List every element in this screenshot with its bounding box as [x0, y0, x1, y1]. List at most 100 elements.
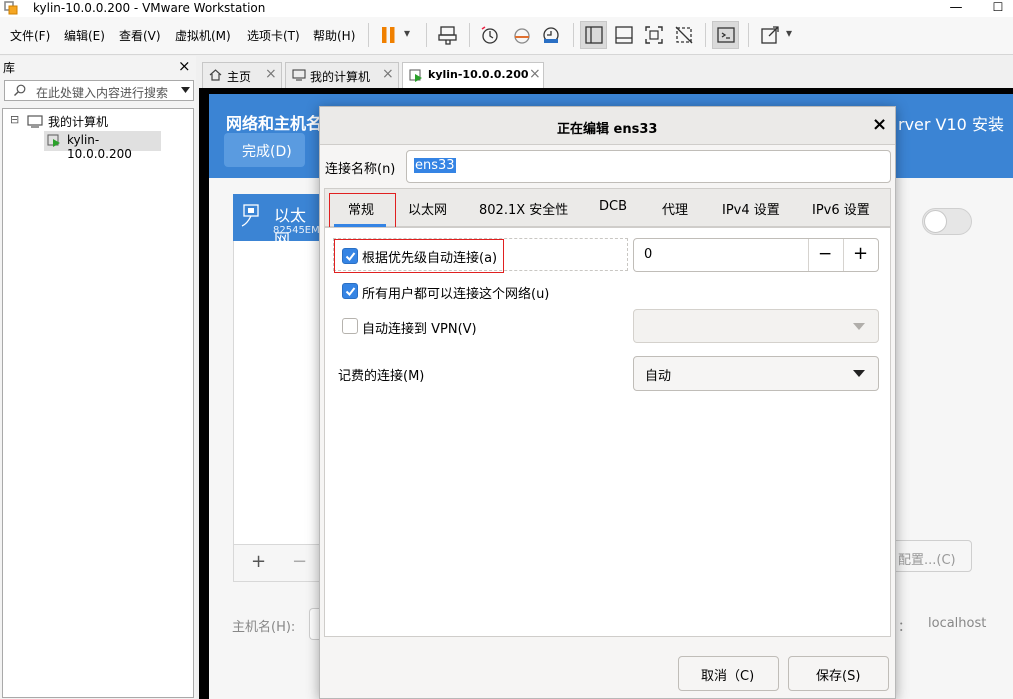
toolbar-separator	[469, 23, 470, 47]
tree-item-vm-label: kylin-10.0.0.200	[67, 133, 132, 161]
maximize-button[interactable]: ☐	[988, 0, 1008, 16]
window-title: kylin-10.0.0.200 - VMware Workstation	[33, 1, 266, 15]
remove-device-button[interactable]: −	[292, 551, 307, 572]
metered-select-value: 自动	[645, 369, 672, 384]
all-users-label[interactable]: 所有用户都可以连接这个网络(u)	[362, 283, 549, 302]
dialog-title: 正在编辑 ens33	[557, 122, 658, 137]
thumbnail-bar-icon[interactable]	[614, 25, 634, 45]
menu-vm[interactable]: 虚拟机(M)	[175, 27, 231, 44]
done-button-label: 完成(D)	[242, 144, 292, 160]
dialog-close-button[interactable]: ×	[872, 114, 887, 135]
tab-home-label: 主页	[227, 70, 252, 84]
tab-my-computer-label: 我的计算机	[310, 70, 371, 84]
vm-running-icon	[409, 69, 422, 82]
tab-ipv6-settings[interactable]: IPv6 设置	[812, 199, 870, 218]
search-dropdown-icon[interactable]	[181, 87, 190, 94]
show-library-toggle[interactable]	[580, 21, 607, 49]
computer-icon	[27, 115, 43, 128]
minimize-button[interactable]: —	[946, 0, 966, 16]
revert-snapshot-icon[interactable]	[512, 25, 532, 45]
priority-spinbutton[interactable]: 0 − +	[633, 238, 879, 272]
library-search-placeholder: 在此处键入内容进行搜索	[36, 86, 169, 100]
priority-decrease-button[interactable]: −	[818, 244, 832, 264]
save-button[interactable]: 保存(S)	[788, 656, 889, 691]
device-toggle-switch[interactable]	[922, 208, 972, 235]
auto-vpn-checkbox[interactable]	[342, 318, 358, 334]
connection-name-value: ens33	[414, 158, 456, 173]
done-button[interactable]: 完成(D)	[224, 133, 305, 167]
library-close-button[interactable]: ×	[178, 57, 191, 75]
snapshot-icon[interactable]	[480, 25, 500, 45]
configure-button-label: 配置...(C)	[898, 553, 956, 568]
stretch-guest-icon[interactable]	[760, 25, 780, 45]
tab-proxy[interactable]: 代理	[662, 199, 688, 218]
library-header: 库 ×	[0, 56, 196, 76]
configure-button[interactable]: 配置...(C)	[887, 540, 972, 572]
tab-8021x-security[interactable]: 802.1X 安全性	[479, 199, 568, 218]
full-screen-icon[interactable]	[644, 25, 664, 45]
spin-divider	[808, 239, 809, 271]
edit-connection-dialog: 正在编辑 ens33 × 连接名称(n) ens33 常规 以太网 802.1X…	[319, 106, 896, 699]
dropdown-arrow-icon	[853, 370, 865, 377]
guest-product-title: rver V10 安装	[898, 115, 1004, 134]
library-search-box[interactable]: 在此处键入内容进行搜索	[4, 80, 194, 101]
pause-icon[interactable]	[379, 25, 399, 45]
tab-my-computer-close-icon[interactable]: ×	[382, 66, 394, 82]
menu-view[interactable]: 查看(V)	[119, 27, 161, 44]
priority-value: 0	[644, 247, 653, 262]
tab-ethernet[interactable]: 以太网	[408, 199, 447, 218]
metered-select[interactable]: 自动	[633, 356, 879, 391]
priority-increase-button[interactable]: +	[853, 243, 868, 264]
snapshot-manager-icon[interactable]	[541, 25, 561, 45]
guest-page-title: 网络和主机名	[226, 114, 323, 133]
auto-vpn-label[interactable]: 自动连接到 VPN(V)	[362, 318, 477, 337]
menu-help[interactable]: 帮助(H)	[313, 27, 355, 44]
toolbar-separator	[573, 23, 574, 47]
spin-divider	[843, 239, 844, 271]
metered-label: 记费的连接(M)	[338, 369, 425, 384]
stretch-dropdown-icon[interactable]: ▾	[786, 26, 792, 40]
tab-dcb[interactable]: DCB	[599, 199, 627, 214]
ethernet-device-row[interactable]: 以太网 82545EM	[233, 194, 321, 249]
network-device-list	[233, 194, 321, 582]
tab-home[interactable]: 主页 ×	[202, 62, 282, 88]
tab-home-close-icon[interactable]: ×	[265, 66, 277, 82]
auto-connect-highlight-box	[334, 239, 504, 273]
add-device-button[interactable]: +	[251, 551, 266, 572]
tab-my-computer[interactable]: 我的计算机 ×	[285, 62, 399, 88]
connection-name-label: 连接名称(n)	[325, 162, 396, 177]
send-ctrl-alt-del-icon[interactable]	[438, 25, 458, 45]
library-tree: ⊟ 我的计算机 kylin-10.0.0.200	[2, 108, 194, 698]
tab-kylin-vm[interactable]: kylin-10.0.0.200 ×	[402, 62, 544, 88]
tree-item-selected-vm[interactable]: kylin-10.0.0.200	[44, 131, 161, 161]
search-icon	[14, 84, 26, 96]
device-list-toolbar: + −	[233, 544, 321, 582]
tree-item-my-computer[interactable]: 我的计算机	[48, 113, 108, 130]
cancel-button[interactable]: 取消（C)	[678, 656, 779, 691]
home-icon	[209, 69, 222, 81]
connection-name-input[interactable]: ens33	[406, 150, 891, 183]
all-users-checkbox[interactable]	[342, 283, 358, 299]
ethernet-sublabel: 82545EM	[273, 225, 320, 236]
menu-edit[interactable]: 编辑(E)	[64, 27, 105, 44]
console-view-toggle[interactable]	[712, 21, 739, 49]
network-wired-icon	[241, 204, 259, 227]
library-panel: 库 × 在此处键入内容进行搜索 ⊟ 我的计算机 kylin-10.0.0.200	[0, 56, 196, 699]
tab-kylin-vm-close-icon[interactable]: ×	[529, 66, 541, 82]
toggle-knob	[924, 210, 947, 233]
tree-collapse-icon[interactable]: ⊟	[10, 113, 19, 126]
dropdown-arrow-icon	[853, 323, 865, 330]
tab-strip: 主页 × 我的计算机 × kylin-10.0.0.200 ×	[199, 56, 1013, 88]
hostname-label: 主机名(H):	[232, 620, 296, 635]
unity-mode-icon[interactable]	[674, 25, 694, 45]
tab-ipv4-settings[interactable]: IPv4 设置	[722, 199, 780, 218]
menu-file[interactable]: 文件(F)	[10, 27, 50, 44]
toolbar-separator	[705, 23, 706, 47]
computer-icon	[292, 69, 306, 81]
current-hostname-value: localhost	[928, 616, 987, 631]
save-button-label: 保存(S)	[816, 669, 861, 684]
pause-dropdown-icon[interactable]: ▾	[404, 26, 410, 40]
menu-tabs[interactable]: 选项卡(T)	[247, 27, 300, 44]
library-view-icon	[585, 26, 603, 44]
vpn-select[interactable]	[633, 309, 879, 343]
